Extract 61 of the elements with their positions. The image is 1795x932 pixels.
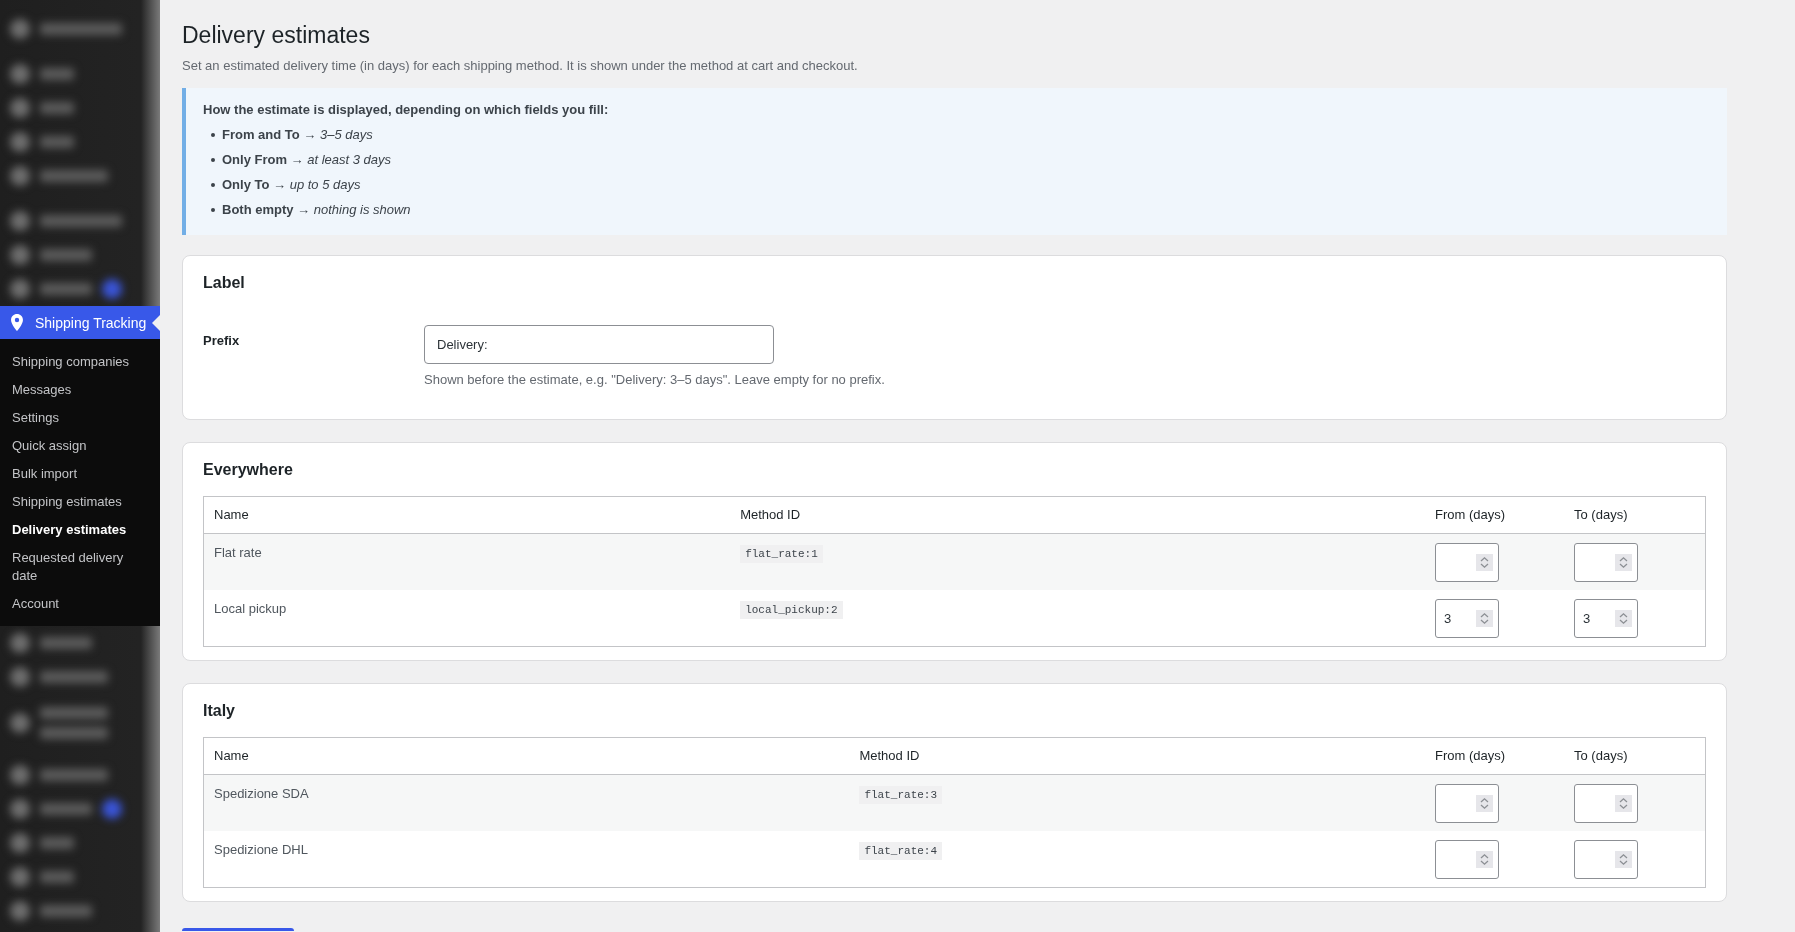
sidebar-menu-item[interactable]: Shipping Tracking: [0, 306, 160, 339]
triangle-pointer-icon: [152, 314, 160, 331]
submenu-link[interactable]: Quick assign: [0, 432, 160, 460]
help-text: Shown before the estimate, e.g. "Delivery: 3–5 days". Leave empty for no prefix.: [424, 371, 885, 389]
field-label: Prefix: [203, 332, 241, 350]
bullet-icon: [211, 157, 215, 162]
column-header: Name: [203, 496, 731, 534]
submenu-link[interactable]: Bulk import: [0, 460, 160, 488]
page-description: Set an estimated delivery time (in days) for each shipping method. It is shown under the method at cart and checkout.: [182, 57, 859, 75]
table-cell: Spedizione DHL: [203, 831, 850, 888]
bullet-icon: [211, 207, 215, 212]
number-field[interactable]: 3: [1435, 599, 1499, 638]
column-header: Method ID: [849, 737, 1425, 775]
up-down-chevron-icon[interactable]: [1615, 851, 1632, 868]
list-item-text: Both empty → nothing is shown: [222, 201, 411, 219]
submenu-link[interactable]: Shipping estimates: [0, 488, 160, 516]
submenu-link[interactable]: Settings: [0, 404, 160, 432]
prefix-input[interactable]: Delivery:: [424, 325, 774, 364]
number-field[interactable]: [1435, 784, 1499, 823]
method-id-code: local_pickup:2: [740, 601, 843, 619]
up-down-chevron-icon[interactable]: [1615, 610, 1632, 627]
number-field[interactable]: [1574, 840, 1638, 879]
list-item-text: Only From → at least 3 days: [222, 151, 392, 169]
bullet-icon: [211, 182, 215, 187]
up-down-chevron-icon[interactable]: [1615, 795, 1632, 812]
column-header: From (days): [1425, 496, 1564, 534]
up-down-chevron-icon[interactable]: [1476, 554, 1493, 571]
section-title: Italy: [203, 701, 236, 721]
notice-heading: How the estimate is displayed, depending on which fields you fill:: [203, 101, 610, 119]
number-field[interactable]: [1435, 543, 1499, 582]
section-title: Label: [203, 273, 246, 293]
method-id-code: flat_rate:1: [740, 545, 823, 563]
column-header: Method ID: [730, 496, 1425, 534]
number-field[interactable]: 3: [1574, 599, 1638, 638]
column-header: To (days): [1564, 496, 1706, 534]
map-pin-icon: [11, 314, 23, 331]
submenu-link[interactable]: Shipping companies: [0, 348, 160, 376]
up-down-chevron-icon[interactable]: [1476, 610, 1493, 627]
table-cell: Spedizione SDA: [203, 774, 850, 831]
up-down-chevron-icon[interactable]: [1615, 554, 1632, 571]
page-title: Delivery estimates: [182, 21, 371, 50]
submenu-link[interactable]: Requested delivery date: [0, 544, 160, 590]
column-header: Name: [203, 737, 850, 775]
column-header: From (days): [1425, 737, 1564, 775]
number-field[interactable]: [1435, 840, 1499, 879]
method-id-code: flat_rate:3: [859, 786, 943, 804]
submenu-link[interactable]: Delivery estimates: [0, 516, 160, 544]
number-field[interactable]: [1574, 784, 1638, 823]
number-field[interactable]: [1574, 543, 1638, 582]
submenu-link[interactable]: Account: [0, 590, 160, 618]
section-title: Everywhere: [203, 460, 294, 480]
list-item-text: Only To → up to 5 days: [222, 176, 361, 194]
table-cell: Flat rate: [203, 533, 731, 590]
up-down-chevron-icon[interactable]: [1476, 795, 1493, 812]
method-id-code: flat_rate:4: [859, 842, 943, 860]
submenu-link[interactable]: Messages: [0, 376, 160, 404]
list-item-text: From and To → 3–5 days: [222, 126, 373, 144]
column-header: To (days): [1564, 737, 1706, 775]
bullet-icon: [211, 132, 215, 137]
up-down-chevron-icon[interactable]: [1476, 851, 1493, 868]
table-cell: Local pickup: [203, 590, 731, 647]
